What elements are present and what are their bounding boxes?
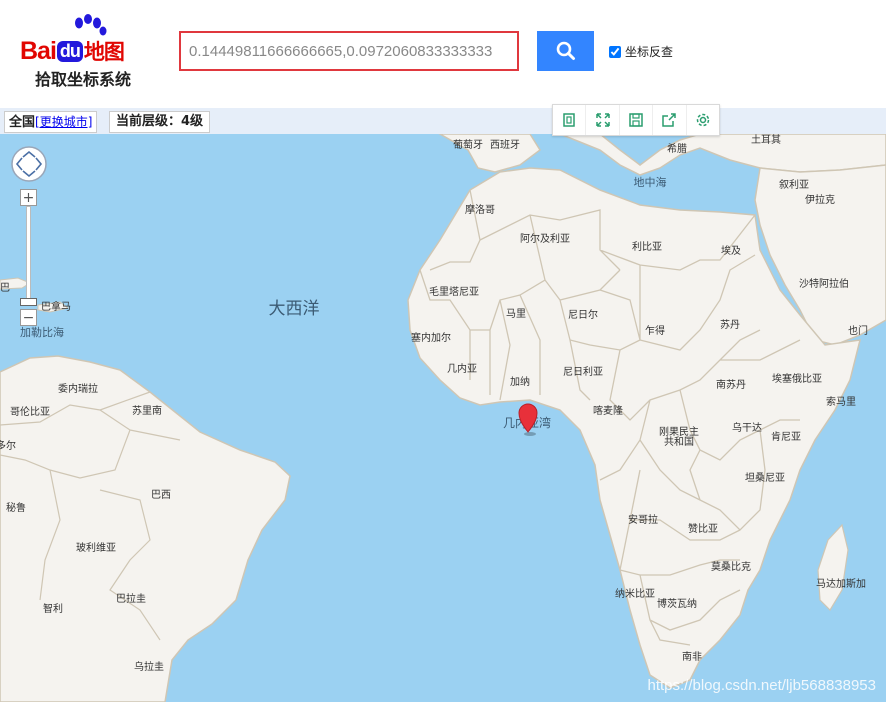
label-colombia: 哥伦比亚 <box>10 405 50 418</box>
search-icon <box>556 41 575 60</box>
city-selector: 全国[更换城市] <box>4 111 98 133</box>
label-peru: 秘鲁 <box>6 501 26 514</box>
share-button[interactable] <box>653 105 687 135</box>
label-cuba: 巴 <box>0 282 10 294</box>
label-paraguay: 巴拉圭 <box>116 592 146 605</box>
label-angola: 安哥拉 <box>628 513 658 526</box>
share-icon <box>662 113 677 127</box>
label-portugal: 葡萄牙 <box>453 138 483 151</box>
label-egypt: 埃及 <box>721 244 741 257</box>
label-mediterranean: 地中海 <box>634 175 667 189</box>
label-turkey: 土耳其 <box>751 134 781 146</box>
label-mauritania: 毛里塔尼亚 <box>429 285 479 298</box>
label-niger: 尼日尔 <box>568 308 598 321</box>
label-guinea: 几内亚 <box>447 362 477 375</box>
pan-control[interactable] <box>10 145 48 183</box>
label-atlantic: 大西洋 <box>269 299 320 319</box>
label-kenya: 肯尼亚 <box>771 430 801 443</box>
settings-button[interactable] <box>687 105 719 135</box>
label-senegal: 塞内加尔 <box>411 331 451 344</box>
reverse-lookup-label: 坐标反查 <box>625 45 674 59</box>
pan-arrows-icon <box>11 146 47 182</box>
baidu-map-logo[interactable]: Bai du 地图 拾取坐标系统 <box>20 14 165 94</box>
minus-icon: − <box>22 309 35 326</box>
label-greece: 希腊 <box>667 142 687 155</box>
label-uganda: 乌干达 <box>732 421 762 434</box>
map-tool-group <box>552 104 720 136</box>
label-algeria: 阿尔及利亚 <box>520 232 570 245</box>
label-drc-2: 共和国 <box>664 436 694 448</box>
label-venezuela: 委内瑞拉 <box>58 382 98 395</box>
save-button[interactable] <box>620 105 654 135</box>
label-chad: 乍得 <box>645 324 665 337</box>
fullscreen-icon <box>595 113 610 127</box>
label-ghana: 加纳 <box>510 375 530 388</box>
search-button[interactable] <box>537 31 594 71</box>
fit-icon <box>563 113 575 127</box>
label-morocco: 摩洛哥 <box>465 203 495 216</box>
coordinate-search-input[interactable] <box>179 31 519 71</box>
label-zambia: 赞比亚 <box>688 522 718 535</box>
reverse-lookup-checkbox[interactable] <box>609 45 621 58</box>
label-ethiopia: 埃塞俄比亚 <box>772 372 822 385</box>
logo-subtitle: 拾取坐标系统 <box>35 70 132 89</box>
label-nigeria: 尼日利亚 <box>563 366 603 378</box>
plus-icon: + <box>22 189 35 206</box>
fullscreen-button[interactable] <box>586 105 620 135</box>
zoom-in-button[interactable]: + <box>20 189 37 206</box>
label-syria: 叙利亚 <box>779 178 809 191</box>
label-sudan: 苏丹 <box>720 318 740 331</box>
save-icon <box>629 113 643 127</box>
label-libya: 利比亚 <box>632 241 662 253</box>
label-mozambique: 莫桑比克 <box>711 561 751 573</box>
zoom-level-display: 当前层级：4级 <box>109 111 211 133</box>
label-suriname: 苏里南 <box>132 404 162 417</box>
label-cameroon: 喀麦隆 <box>593 404 623 417</box>
label-madagascar: 马达加斯加 <box>816 577 866 590</box>
map-svg: 大西洋 地中海 几内亚湾 加勒比海 葡萄牙 西班牙 希腊 土耳其 摩洛哥 阿尔及… <box>0 134 886 702</box>
label-spain: 西班牙 <box>490 139 520 151</box>
label-israel: 伊拉克 <box>805 193 835 206</box>
change-city-link[interactable]: [更换城市] <box>35 115 92 129</box>
zoom-slider-handle[interactable] <box>20 298 37 306</box>
label-mali: 马里 <box>506 308 526 320</box>
zoom-track[interactable] <box>26 206 31 303</box>
map-info-bar: 全国[更换城市] 当前层级：4级 <box>0 108 886 135</box>
current-city: 全国 <box>9 115 36 130</box>
settings-icon <box>696 113 710 127</box>
label-botswana: 博茨瓦纳 <box>657 597 697 610</box>
label-ecuador: 多尔 <box>0 439 16 452</box>
fit-view-button[interactable] <box>553 105 587 135</box>
header: Baidu地图 拾取坐标系统 坐标反查 <box>0 0 886 108</box>
label-uruguay: 乌拉圭 <box>134 660 164 673</box>
label-caribbean: 加勒比海 <box>20 325 64 339</box>
map-canvas[interactable]: 大西洋 地中海 几内亚湾 加勒比海 葡萄牙 西班牙 希腊 土耳其 摩洛哥 阿尔及… <box>0 134 886 702</box>
label-saudi: 沙特阿拉伯 <box>799 277 849 290</box>
label-panama: 巴拿马 <box>41 300 71 313</box>
label-tanzania: 坦桑尼亚 <box>745 471 785 484</box>
label-bolivia: 玻利维亚 <box>76 541 116 554</box>
label-chile: 智利 <box>43 602 63 615</box>
reverse-lookup-toggle[interactable]: 坐标反查 <box>609 43 673 60</box>
zoom-out-button[interactable]: − <box>20 309 37 326</box>
label-south-sudan: 南苏丹 <box>716 378 746 391</box>
logo-wordmark: Bai du 地图 <box>20 37 125 65</box>
label-yemen: 也门 <box>848 324 868 337</box>
label-somalia: 索马里 <box>826 395 856 408</box>
label-namibia: 纳米比亚 <box>615 587 655 600</box>
label-south-africa: 南非 <box>682 650 702 663</box>
watermark: https://blog.csdn.net/ljb568838953 <box>647 677 876 694</box>
label-brazil: 巴西 <box>151 489 171 501</box>
